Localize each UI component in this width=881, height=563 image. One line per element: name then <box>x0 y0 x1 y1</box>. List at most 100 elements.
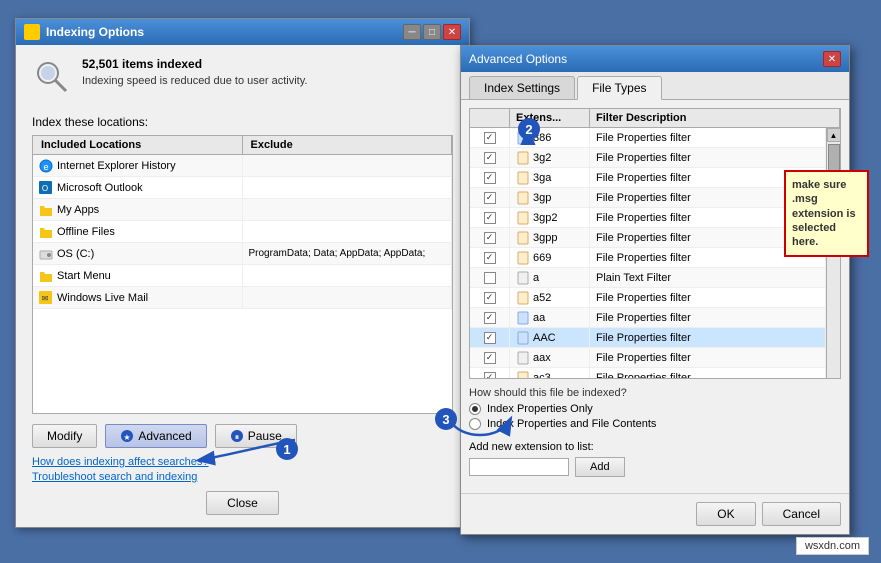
checkbox-aax[interactable] <box>470 348 510 367</box>
svg-text:⏸: ⏸ <box>234 432 239 442</box>
indexing-options-window: Indexing Options ─ □ ✕ 52,501 items inde… <box>15 18 470 528</box>
modify-button[interactable]: Modify <box>32 424 97 448</box>
location-exclude-offline <box>243 221 453 242</box>
close-button-advanced[interactable]: ✕ <box>823 51 841 67</box>
filter-a52: File Properties filter <box>590 288 826 307</box>
locations-list[interactable]: e Internet Explorer History O Microsoft … <box>33 155 452 413</box>
list-item: My Apps <box>33 199 452 221</box>
ext-aax: aax <box>510 348 590 367</box>
close-main-button[interactable]: Close <box>206 491 279 515</box>
filter-3g2: File Properties filter <box>590 148 826 167</box>
checkbox-3g2-box <box>484 152 496 164</box>
ft-row-aa: aa File Properties filter <box>470 308 826 328</box>
ft-row-aax: aax File Properties filter <box>470 348 826 368</box>
checkbox-3gp2-box <box>484 212 496 224</box>
cancel-button[interactable]: Cancel <box>762 502 841 526</box>
radio-properties-only[interactable] <box>469 403 481 415</box>
location-name-livemail: ✉ Windows Live Mail <box>33 287 243 308</box>
checkbox-3gp2[interactable] <box>470 208 510 227</box>
outlook-icon: O <box>39 181 53 195</box>
startmenu-folder-icon <box>39 269 53 283</box>
checkbox-a[interactable] <box>470 268 510 287</box>
maximize-button[interactable]: □ <box>423 24 441 40</box>
indexing-title-icon <box>24 24 40 40</box>
filter-a: Plain Text Filter <box>590 268 826 287</box>
advanced-button[interactable]: ★ Advanced <box>105 424 206 448</box>
advanced-btn-icon: ★ <box>120 429 134 443</box>
svg-text:✉: ✉ <box>42 294 49 303</box>
col-exclude: Exclude <box>243 136 453 154</box>
file-icon-3gpp <box>516 231 530 245</box>
badge-2: 2 <box>518 118 540 140</box>
branding-tag: wsxdn.com <box>796 537 869 555</box>
ext-669: 669 <box>510 248 590 267</box>
ft-row-aac: AAC File Properties filter <box>470 328 826 348</box>
checkbox-aac-box <box>484 332 496 344</box>
filter-386: File Properties filter <box>590 128 826 147</box>
close-row: Close <box>32 491 453 515</box>
link-indexing-searches[interactable]: How does indexing affect searches? <box>32 456 453 468</box>
location-name-ie: e Internet Explorer History <box>33 155 243 176</box>
radio-label-properties: Index Properties Only <box>487 403 593 415</box>
checkbox-386[interactable] <box>470 128 510 147</box>
add-extension-section: Add new extension to list: Add <box>469 441 841 485</box>
checkbox-669[interactable] <box>470 248 510 267</box>
pause-btn-icon: ⏸ <box>230 429 244 443</box>
link-troubleshoot[interactable]: Troubleshoot search and indexing <box>32 471 453 483</box>
svg-text:O: O <box>42 184 48 193</box>
location-exclude-osc: ProgramData; Data; AppData; AppData; <box>243 243 453 264</box>
checkbox-3gpp[interactable] <box>470 228 510 247</box>
indexing-title-group: Indexing Options <box>24 24 144 40</box>
tab-content: Extens... Filter Description 386 File Pr… <box>461 100 849 493</box>
checkbox-3gp[interactable] <box>470 188 510 207</box>
radio-row-properties: Index Properties Only <box>469 403 841 415</box>
filter-aa: File Properties filter <box>590 308 826 327</box>
tab-file-types[interactable]: File Types <box>577 76 661 100</box>
location-exclude-ie <box>243 155 453 176</box>
index-info: 52,501 items indexed Indexing speed is r… <box>32 57 453 97</box>
checkbox-ac3[interactable] <box>470 368 510 378</box>
callout-text: make sure .msg extension is selected her… <box>792 179 856 248</box>
folder-offline-icon <box>39 225 53 239</box>
checkbox-3g2[interactable] <box>470 148 510 167</box>
file-icon-3gp <box>516 191 530 205</box>
indexing-titlebar: Indexing Options ─ □ ✕ <box>16 19 469 45</box>
filter-aac: File Properties filter <box>590 328 826 347</box>
radio-properties-contents[interactable] <box>469 418 481 430</box>
ext-a52: a52 <box>510 288 590 307</box>
checkbox-3ga[interactable] <box>470 168 510 187</box>
ext-3g2: 3g2 <box>510 148 590 167</box>
checkbox-aac[interactable] <box>470 328 510 347</box>
advanced-options-window: Advanced Options ✕ Index Settings File T… <box>460 45 850 535</box>
indexing-options-section: How should this file be indexed? Index P… <box>469 387 841 433</box>
ft-list[interactable]: 386 File Properties filter 3g2 File Prop <box>470 128 826 378</box>
checkbox-a-box <box>484 272 496 284</box>
file-icon-aa <box>516 311 530 325</box>
checkbox-aa[interactable] <box>470 308 510 327</box>
ext-a: a <box>510 268 590 287</box>
window-controls: ─ □ ✕ <box>403 24 461 40</box>
ft-row-ac3: ac3 File Properties filter <box>470 368 826 378</box>
col-included: Included Locations <box>33 136 243 154</box>
radio-row-contents: Index Properties and File Contents <box>469 418 841 430</box>
minimize-button[interactable]: ─ <box>403 24 421 40</box>
advanced-window-title: Advanced Options <box>469 52 567 66</box>
badge-1: 1 <box>276 438 298 460</box>
scroll-up-arrow[interactable]: ▲ <box>827 128 841 142</box>
checkbox-aa-box <box>484 312 496 324</box>
checkbox-386-box <box>484 132 496 144</box>
ok-button[interactable]: OK <box>696 502 755 526</box>
callout-box: make sure .msg extension is selected her… <box>784 170 869 257</box>
livemail-icon: ✉ <box>39 291 53 305</box>
checkbox-3gp-box <box>484 192 496 204</box>
folder-icon <box>39 203 53 217</box>
ft-row-3g2: 3g2 File Properties filter <box>470 148 826 168</box>
extension-input[interactable] <box>469 458 569 476</box>
ext-ac3: ac3 <box>510 368 590 378</box>
checkbox-3gpp-box <box>484 232 496 244</box>
checkbox-a52[interactable] <box>470 288 510 307</box>
file-icon-a <box>516 271 530 285</box>
tab-index-settings[interactable]: Index Settings <box>469 76 575 99</box>
add-extension-button[interactable]: Add <box>575 457 625 477</box>
close-button-indexing[interactable]: ✕ <box>443 24 461 40</box>
